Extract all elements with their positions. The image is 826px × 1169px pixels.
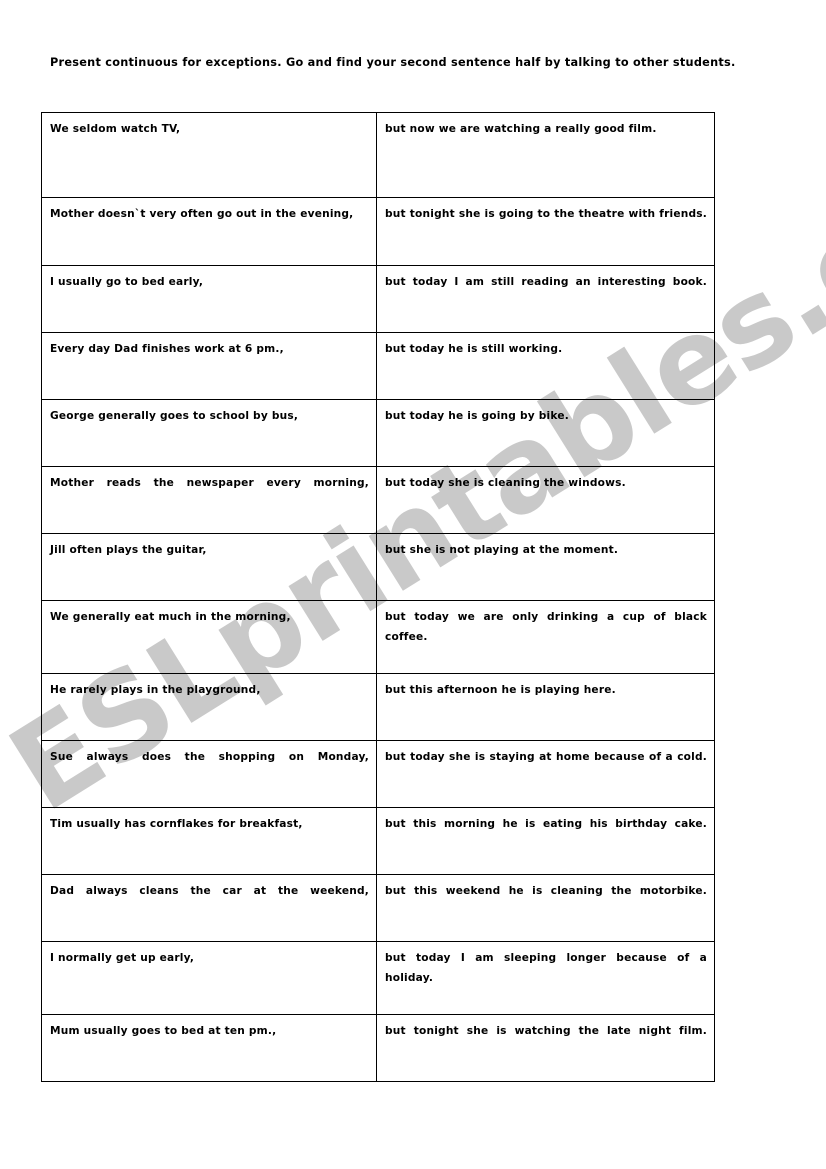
table-row: Every day Dad finishes work at 6 pm., but… (41, 332, 715, 400)
table-body: We seldom watch TV, but now we are watchi… (41, 112, 715, 1082)
sentence-second-half-cell: but she is not playing at the moment. (376, 533, 715, 601)
sentence-first-half-text: Mother reads the newspaper every morning… (50, 477, 369, 489)
table-row: Mum usually goes to bed at ten pm., but t… (41, 1014, 715, 1082)
sentence-second-half-text: but today I am sleeping longer because o… (385, 952, 707, 984)
sentence-first-half-cell: Tim usually has cornflakes for breakfast… (41, 807, 377, 875)
sentence-second-half-text: but today I am still reading an interest… (385, 276, 707, 288)
sentence-first-half-cell: I normally get up early, (41, 941, 377, 1015)
sentence-second-half-cell: but this weekend he is cleaning the moto… (376, 874, 715, 942)
sentence-second-half-text: but now we are watching a really good fi… (385, 123, 657, 135)
sentence-first-half-cell: Dad always cleans the car at the weekend… (41, 874, 377, 942)
sentence-second-half-cell: but tonight she is going to the theatre … (376, 197, 715, 266)
table-row: We generally eat much in the morning, but… (41, 600, 715, 674)
sentence-first-half-cell: Sue always does the shopping on Monday, (41, 740, 377, 808)
sentence-first-half-cell: He rarely plays in the playground, (41, 673, 377, 741)
sentence-first-half-text: Sue always does the shopping on Monday, (50, 751, 369, 763)
sentence-first-half-cell: Jill often plays the guitar, (41, 533, 377, 601)
sentence-second-half-cell: but today he is still working. (376, 332, 715, 400)
sentence-second-half-cell: but today I am still reading an interest… (376, 265, 715, 333)
sentence-second-half-cell: but tonight she is watching the late nig… (376, 1014, 715, 1082)
sentence-first-half-text: I normally get up early, (50, 952, 195, 964)
table-row: He rarely plays in the playground, but th… (41, 673, 715, 741)
sentence-first-half-text: I usually go to bed early, (50, 276, 204, 288)
table-row: Mother doesn`t very often go out in the … (41, 197, 715, 266)
sentence-second-half-text: but tonight she is watching the late nig… (385, 1025, 707, 1037)
sentence-first-half-text: Every day Dad finishes work at 6 pm., (50, 343, 284, 355)
sentence-second-half-cell: but today she is cleaning the windows. (376, 466, 715, 534)
sentence-second-half-text: but this morning he is eating his birthd… (385, 818, 707, 830)
sentence-first-half-text: He rarely plays in the playground, (50, 684, 261, 696)
worksheet-page: ESLprintables.com Present continuous for… (0, 0, 826, 1169)
sentence-first-half-text: George generally goes to school by bus, (50, 410, 299, 422)
table-row: Dad always cleans the car at the weekend… (41, 874, 715, 942)
sentence-second-half-cell: but today she is staying at home because… (376, 740, 715, 808)
table-row: I normally get up early, but today I am s… (41, 941, 715, 1015)
sentence-first-half-text: Dad always cleans the car at the weekend… (50, 885, 369, 897)
sentence-first-half-cell: I usually go to bed early, (41, 265, 377, 333)
sentence-first-half-text: We seldom watch TV, (50, 123, 181, 135)
table-row: We seldom watch TV, but now we are watchi… (41, 112, 715, 198)
table-row: Tim usually has cornflakes for breakfast… (41, 807, 715, 875)
sentence-second-half-text: but today she is staying at home because… (385, 751, 707, 763)
sentence-first-half-cell: We generally eat much in the morning, (41, 600, 377, 674)
sentence-first-half-text: Jill often plays the guitar, (50, 544, 207, 556)
sentence-first-half-cell: Mother reads the newspaper every morning… (41, 466, 377, 534)
table-row: Sue always does the shopping on Monday, b… (41, 740, 715, 808)
sentence-second-half-cell: but today we are only drinking a cup of … (376, 600, 715, 674)
sentence-first-half-text: Mum usually goes to bed at ten pm., (50, 1025, 277, 1037)
sentence-first-half-cell: We seldom watch TV, (41, 112, 377, 198)
sentence-second-half-text: but tonight she is going to the theatre … (385, 208, 707, 220)
table-row: I usually go to bed early, but today I am… (41, 265, 715, 333)
sentence-second-half-cell: but today I am sleeping longer because o… (376, 941, 715, 1015)
sentence-second-half-text: but today he is going by bike. (385, 410, 569, 422)
sentence-second-half-text: but this afternoon he is playing here. (385, 684, 616, 696)
sentence-first-half-cell: Every day Dad finishes work at 6 pm., (41, 332, 377, 400)
sentence-second-half-text: but today she is cleaning the windows. (385, 477, 626, 489)
sentence-second-half-text: but today he is still working. (385, 343, 563, 355)
sentence-first-half-text: Mother doesn`t very often go out in the … (50, 208, 354, 220)
sentence-second-half-cell: but now we are watching a really good fi… (376, 112, 715, 198)
sentence-second-half-cell: but this morning he is eating his birthd… (376, 807, 715, 875)
table-row: George generally goes to school by bus, b… (41, 399, 715, 467)
sentence-first-half-text: Tim usually has cornflakes for breakfast… (50, 818, 303, 830)
sentence-first-half-cell: George generally goes to school by bus, (41, 399, 377, 467)
page-title: Present continuous for exceptions. Go an… (50, 56, 736, 69)
sentence-second-half-text: but she is not playing at the moment. (385, 544, 619, 556)
sentence-second-half-text: but this weekend he is cleaning the moto… (385, 885, 707, 897)
sentence-first-half-text: We generally eat much in the morning, (50, 611, 291, 623)
sentence-first-half-cell: Mum usually goes to bed at ten pm., (41, 1014, 377, 1082)
sentence-second-half-cell: but today he is going by bike. (376, 399, 715, 467)
table-row: Mother reads the newspaper every morning… (41, 466, 715, 534)
sentence-halves-table: We seldom watch TV, but now we are watchi… (41, 112, 715, 1082)
sentence-first-half-cell: Mother doesn`t very often go out in the … (41, 197, 377, 266)
table-row: Jill often plays the guitar, but she is n… (41, 533, 715, 601)
sentence-second-half-text: but today we are only drinking a cup of … (385, 611, 707, 643)
sentence-second-half-cell: but this afternoon he is playing here. (376, 673, 715, 741)
